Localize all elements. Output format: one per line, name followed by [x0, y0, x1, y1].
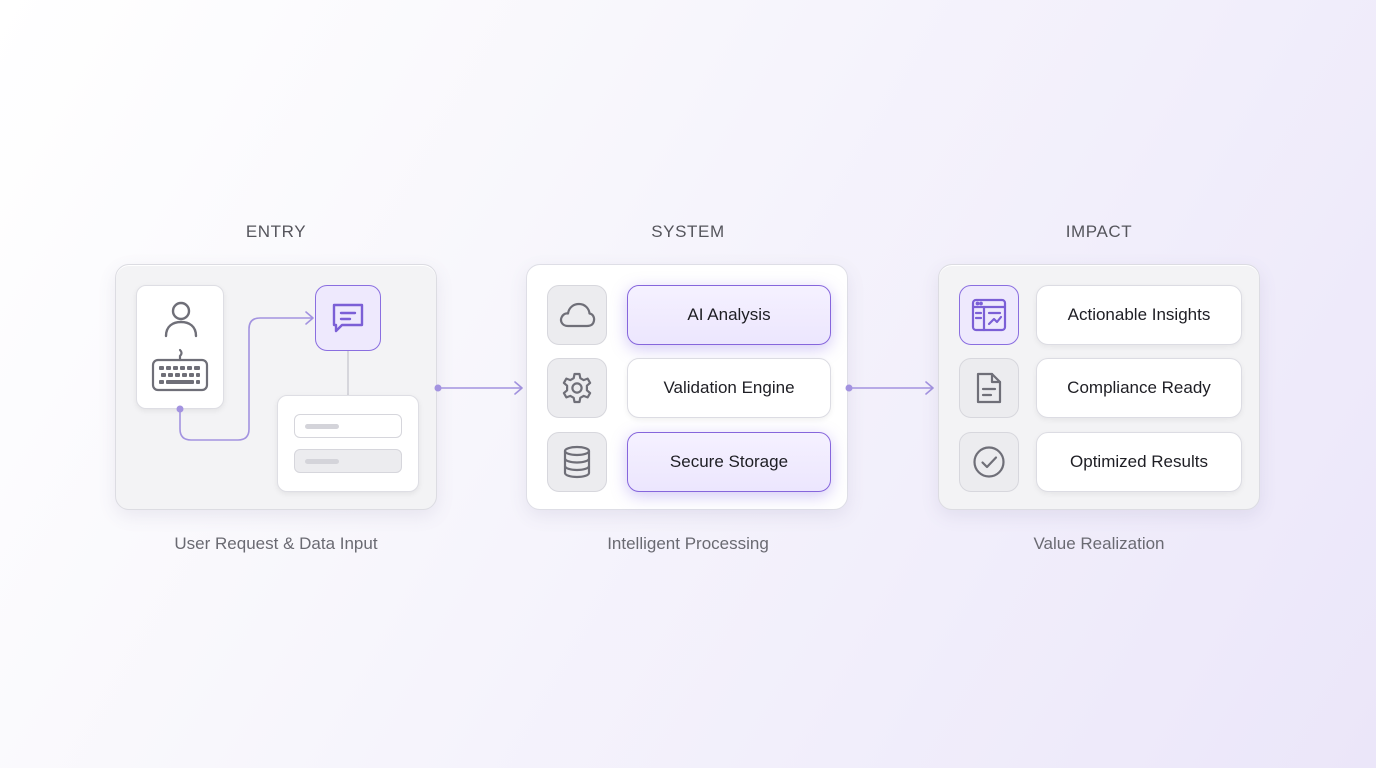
- entry-panel: [115, 264, 437, 510]
- system-icon-tile-2: [547, 358, 607, 418]
- impact-icon-tile-1: [959, 285, 1019, 345]
- system-stage-title: SYSTEM: [651, 222, 725, 241]
- compliance-ready-card: Compliance Ready: [1036, 358, 1242, 418]
- impact-panel: Actionable Insights Compliance Ready Opt…: [938, 264, 1260, 510]
- entry-stage-caption: User Request & Data Input: [174, 534, 378, 553]
- gear-icon: [560, 371, 594, 405]
- database-icon: [562, 445, 592, 479]
- dashboard-icon: [971, 298, 1007, 332]
- secure-storage-card: Secure Storage: [627, 432, 831, 492]
- system-to-impact-arrow: [845, 381, 934, 395]
- ai-analysis-card: AI Analysis: [627, 285, 831, 345]
- actionable-insights-card: Actionable Insights: [1036, 285, 1242, 345]
- form-field-empty: [294, 414, 402, 438]
- optimized-results-card: Optimized Results: [1036, 432, 1242, 492]
- document-icon: [974, 371, 1004, 405]
- entry-stage-title: ENTRY: [245, 222, 307, 241]
- impact-icon-tile-2: [959, 358, 1019, 418]
- system-stage-caption: Intelligent Processing: [607, 534, 769, 553]
- form-field-filled: [294, 449, 402, 473]
- cloud-icon: [558, 300, 596, 330]
- system-panel: AI Analysis Validation Engine Secure Sto…: [526, 264, 848, 510]
- entry-to-system-arrow: [434, 381, 523, 395]
- system-icon-tile-1: [547, 285, 607, 345]
- chat-tile: [315, 285, 381, 351]
- impact-stage-caption: Value Realization: [1033, 534, 1165, 553]
- system-icon-tile-3: [547, 432, 607, 492]
- form-card: [277, 395, 419, 492]
- check-circle-icon: [972, 445, 1006, 479]
- chat-icon: [330, 300, 366, 336]
- validation-engine-card: Validation Engine: [627, 358, 831, 418]
- impact-icon-tile-3: [959, 432, 1019, 492]
- impact-stage-title: IMPACT: [1065, 222, 1133, 241]
